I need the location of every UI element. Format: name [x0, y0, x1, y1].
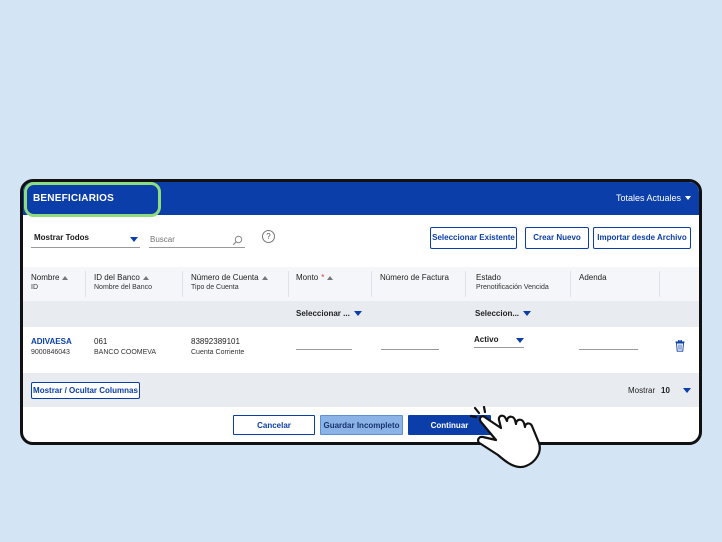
- column-divider: [570, 271, 571, 297]
- status-value: Activo: [474, 335, 499, 344]
- search-input[interactable]: [149, 235, 228, 244]
- column-divider: [659, 271, 660, 297]
- status-filter-select[interactable]: Seleccion...: [475, 309, 532, 318]
- bank-cell: 061 BANCO COOMEVA: [94, 337, 156, 356]
- header-label: Nombre: [31, 273, 60, 282]
- column-header-addenda: Adenda: [579, 273, 607, 282]
- column-header-status: Estado Prenotificación Vencida: [476, 273, 549, 291]
- table-footer: Mostrar / Ocultar Columnas Mostrar 10: [23, 373, 699, 407]
- header-sublabel: Nombre del Banco: [94, 284, 152, 291]
- trash-icon[interactable]: [675, 340, 685, 352]
- select-existing-button[interactable]: Seleccionar Existente: [430, 227, 517, 249]
- chevron-down-icon: [130, 237, 138, 242]
- cancel-button[interactable]: Cancelar: [233, 415, 315, 435]
- header-sublabel: Prenotificación Vencida: [476, 284, 549, 291]
- import-file-button[interactable]: Importar desde Archivo: [593, 227, 691, 249]
- page-size-label: Mostrar: [628, 386, 656, 395]
- chevron-down-icon: [516, 338, 524, 343]
- sort-up-icon: [62, 275, 69, 280]
- totals-dropdown[interactable]: Totales Actuales: [616, 193, 691, 203]
- table-header: Nombre ID ID del Banco Nombre del Banco …: [23, 267, 699, 301]
- column-header-account-number[interactable]: Número de Cuenta Tipo de Cuenta: [191, 273, 268, 291]
- beneficiary-name-link[interactable]: ADIVAESA: [31, 337, 72, 346]
- addenda-input[interactable]: [579, 349, 638, 350]
- column-divider: [288, 271, 289, 297]
- title-highlight-ring: [24, 182, 161, 217]
- bank-id: 061: [94, 337, 108, 346]
- form-actions: Cancelar Guardar Incompleto Continuar: [23, 407, 699, 442]
- amount-filter-select[interactable]: Seleccionar ...: [296, 309, 362, 318]
- chevron-down-icon[interactable]: [683, 388, 691, 393]
- save-draft-button[interactable]: Guardar Incompleto: [320, 415, 403, 435]
- page-size-value[interactable]: 10: [661, 386, 670, 395]
- show-filter-select[interactable]: Mostrar Todos: [31, 233, 140, 248]
- create-new-button[interactable]: Crear Nuevo: [525, 227, 589, 249]
- beneficiary-name-cell[interactable]: ADIVAESA 9000846043: [31, 337, 72, 356]
- sort-up-icon: [261, 275, 268, 280]
- chevron-down-icon: [523, 311, 532, 316]
- toolbar: Mostrar Todos ? Seleccionar Existente Cr…: [23, 215, 699, 267]
- column-divider: [465, 271, 466, 297]
- column-header-bank-id[interactable]: ID del Banco Nombre del Banco: [94, 273, 152, 291]
- beneficiary-id: 9000846043: [31, 349, 70, 356]
- help-icon[interactable]: ?: [262, 230, 275, 243]
- account-number: 83892389101: [191, 337, 240, 346]
- panel-header: BENEFICIARIOS Totales Actuales: [23, 182, 699, 217]
- column-divider: [182, 271, 183, 297]
- sort-up-icon: [327, 275, 334, 280]
- account-cell: 83892389101 Cuenta Corriente: [191, 337, 244, 356]
- header-label: Monto: [296, 273, 319, 282]
- header-label: Número de Factura: [380, 273, 449, 282]
- pointer-hand-icon: [470, 406, 541, 469]
- beneficiaries-panel: BENEFICIARIOS Totales Actuales Mostrar T…: [20, 179, 702, 445]
- toggle-columns-button[interactable]: Mostrar / Ocultar Columnas: [31, 382, 140, 399]
- header-sublabel: Tipo de Cuenta: [191, 284, 239, 291]
- required-marker: *: [321, 273, 325, 282]
- show-filter-value: Mostrar Todos: [34, 233, 89, 242]
- header-label: ID del Banco: [94, 273, 140, 282]
- amount-input[interactable]: [296, 349, 352, 350]
- sort-up-icon: [142, 275, 149, 280]
- search-icon[interactable]: [232, 235, 243, 246]
- header-sublabel: ID: [31, 284, 38, 291]
- status-filter-value: Seleccion...: [475, 309, 520, 318]
- column-header-amount[interactable]: Monto *: [296, 273, 334, 282]
- header-label: Estado: [476, 273, 501, 282]
- chevron-down-icon: [353, 311, 362, 316]
- column-divider: [85, 271, 86, 297]
- search-box: [149, 233, 245, 248]
- header-label: Adenda: [579, 273, 607, 282]
- totals-label: Totales Actuales: [615, 193, 681, 203]
- header-label: Número de Cuenta: [191, 273, 259, 282]
- column-header-name[interactable]: Nombre ID: [31, 273, 69, 291]
- column-divider: [371, 271, 372, 297]
- bank-name: BANCO COOMEVA: [94, 349, 157, 356]
- column-header-invoice-number: Número de Factura: [380, 273, 449, 282]
- table-row: ADIVAESA 9000846043 061 BANCO COOMEVA 83…: [23, 327, 699, 374]
- filter-row: Seleccionar ... Seleccion...: [23, 301, 699, 327]
- amount-filter-value: Seleccionar ...: [296, 309, 350, 318]
- account-type: Cuenta Corriente: [191, 349, 245, 356]
- invoice-number-input[interactable]: [381, 349, 439, 350]
- chevron-down-icon: [685, 196, 691, 200]
- status-select[interactable]: Activo: [474, 335, 524, 348]
